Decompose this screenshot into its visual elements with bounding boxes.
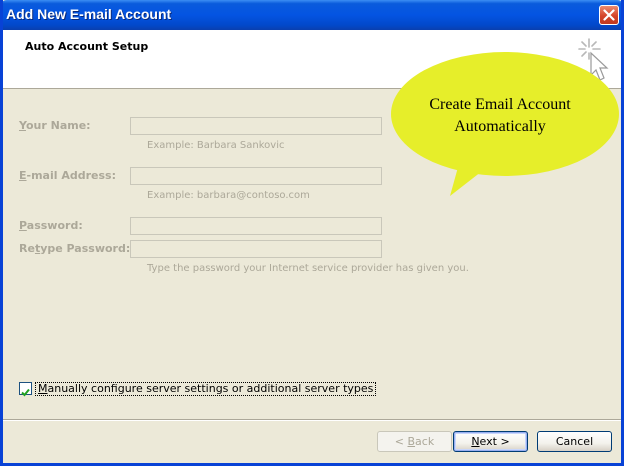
manual-config-label[interactable]: Manually configure server settings or ad… (35, 382, 377, 396)
password-hint: Type the password your Internet service … (147, 263, 469, 274)
close-button[interactable] (599, 5, 619, 25)
retype-password-field[interactable] (130, 240, 382, 258)
your-name-hint: Example: Barbara Sankovic (147, 140, 285, 151)
email-address-label: E-mail Address: (19, 169, 116, 182)
title-bar[interactable]: Add New E-mail Account (3, 0, 621, 30)
close-icon (603, 9, 615, 21)
cancel-button[interactable]: Cancel (537, 431, 612, 452)
email-address-hint: Example: barbara@contoso.com (147, 190, 310, 201)
retype-password-label: Retype Password: (19, 242, 131, 255)
email-address-field[interactable] (130, 167, 382, 185)
back-button[interactable]: < Back (377, 431, 452, 452)
callout-line-1: Create Email Account (429, 96, 571, 113)
callout-line-2: Automatically (454, 118, 546, 135)
your-name-field[interactable] (130, 117, 382, 135)
add-email-account-dialog: Add New E-mail Account Auto Account Setu… (0, 0, 624, 466)
callout-text: Create Email Account Automatically (398, 94, 602, 138)
password-field[interactable] (130, 217, 382, 235)
manual-config-checkbox[interactable] (19, 382, 32, 397)
password-label: Password: (19, 219, 83, 232)
page-title: Auto Account Setup (25, 40, 149, 53)
your-name-label: Your Name: (19, 119, 91, 132)
window-title: Add New E-mail Account (6, 6, 172, 22)
footer-separator (3, 419, 621, 421)
next-button[interactable]: Next > (453, 431, 528, 452)
checkmark-icon (21, 388, 30, 397)
